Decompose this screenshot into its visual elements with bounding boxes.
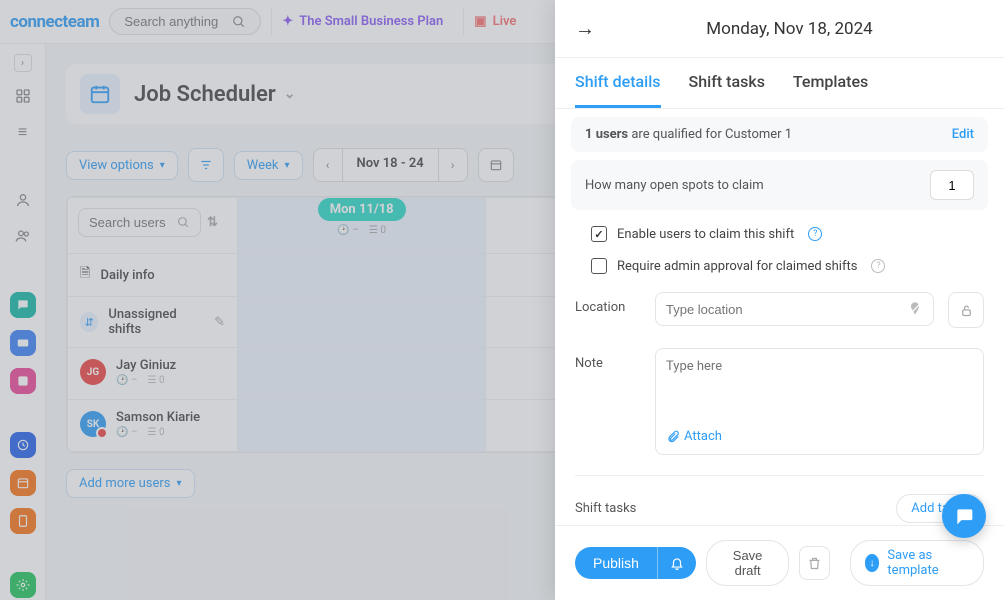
lock-button[interactable] (948, 292, 984, 328)
modal-backdrop[interactable] (0, 0, 555, 600)
back-arrow-icon[interactable]: → (575, 16, 595, 41)
require-approval-checkbox[interactable] (591, 258, 607, 274)
edit-qualified-link[interactable]: Edit (952, 127, 974, 142)
publish-notify-button[interactable] (657, 547, 696, 579)
spots-input[interactable] (930, 170, 974, 200)
tab-shift-tasks[interactable]: Shift tasks (689, 58, 765, 108)
help-icon[interactable]: ? (808, 227, 822, 241)
enable-claim-label: Enable users to claim this shift (617, 227, 794, 242)
attach-label: Attach (684, 429, 722, 444)
spots-label: How many open spots to claim (585, 178, 764, 193)
panel-date: Monday, Nov 18, 2024 (595, 19, 984, 39)
note-textarea[interactable] (666, 359, 973, 407)
save-template-label: Save as template (887, 548, 969, 578)
shift-panel: → Monday, Nov 18, 2024 Shift details Shi… (555, 0, 1004, 600)
save-draft-button[interactable]: Save draft (706, 540, 789, 586)
download-icon: ↓ (865, 554, 880, 572)
publish-button[interactable]: Publish (575, 547, 657, 579)
enable-claim-checkbox[interactable] (591, 226, 607, 242)
qualified-text: 1 users are qualified for Customer 1 (585, 127, 792, 142)
save-as-template-button[interactable]: ↓ Save as template (850, 540, 984, 586)
tab-templates[interactable]: Templates (793, 58, 868, 108)
location-input[interactable] (666, 302, 899, 317)
paperclip-icon (666, 430, 680, 444)
delete-button[interactable] (799, 546, 829, 580)
help-icon[interactable]: ? (871, 259, 885, 273)
require-approval-label: Require admin approval for claimed shift… (617, 259, 857, 274)
shift-tasks-label: Shift tasks (575, 501, 636, 516)
note-label: Note (575, 348, 641, 371)
tab-shift-details[interactable]: Shift details (575, 58, 661, 108)
attach-button[interactable]: Attach (666, 429, 973, 444)
note-field[interactable]: Attach (655, 348, 984, 455)
location-field[interactable] (655, 292, 934, 326)
location-label: Location (575, 292, 641, 315)
chat-fab[interactable] (942, 494, 986, 538)
pin-off-icon[interactable] (907, 301, 923, 317)
